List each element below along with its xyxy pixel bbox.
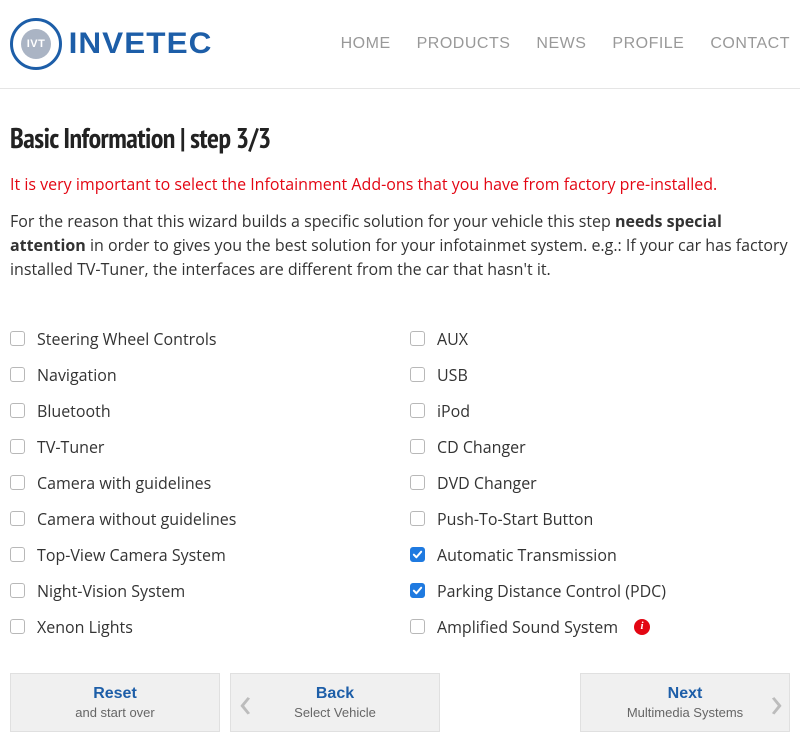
checkbox[interactable] bbox=[10, 367, 25, 382]
checkbox[interactable] bbox=[10, 511, 25, 526]
checkbox[interactable] bbox=[10, 619, 25, 634]
addon-label: Night-Vision System bbox=[37, 580, 185, 602]
addon-label: Automatic Transmission bbox=[437, 544, 617, 566]
checkbox[interactable] bbox=[10, 583, 25, 598]
addon-label: AUX bbox=[437, 328, 468, 350]
addon-option[interactable]: Push-To-Start Button bbox=[410, 501, 790, 537]
wizard-nav: Reset and start over ‹ Back Select Vehic… bbox=[10, 673, 790, 732]
info-icon[interactable]: i bbox=[634, 619, 650, 635]
nav-home[interactable]: HOME bbox=[341, 36, 391, 52]
addon-option[interactable]: USB bbox=[410, 357, 790, 393]
addon-label: DVD Changer bbox=[437, 472, 537, 494]
addon-option[interactable]: Night-Vision System bbox=[10, 573, 390, 609]
nav-profile[interactable]: PROFILE bbox=[612, 36, 684, 52]
alert-text: It is very important to select the Infot… bbox=[10, 173, 790, 195]
checkbox[interactable] bbox=[410, 403, 425, 418]
chevron-right-icon: › bbox=[770, 681, 783, 723]
addon-label: USB bbox=[437, 364, 468, 386]
addon-label: Parking Distance Control (PDC) bbox=[437, 580, 666, 602]
addon-label: iPod bbox=[437, 400, 470, 422]
addon-option[interactable]: Camera without guidelines bbox=[10, 501, 390, 537]
checkbox[interactable] bbox=[410, 547, 425, 562]
addon-option[interactable]: Camera with guidelines bbox=[10, 465, 390, 501]
checkbox[interactable] bbox=[10, 439, 25, 454]
addon-options: Steering Wheel Controls Navigation Bluetoo… bbox=[10, 321, 790, 645]
addon-label: Amplified Sound System bbox=[437, 616, 618, 638]
addon-label: Navigation bbox=[37, 364, 117, 386]
logo[interactable]: IVT INVETEC bbox=[10, 18, 209, 70]
checkbox[interactable] bbox=[10, 475, 25, 490]
addon-option[interactable]: Xenon Lights bbox=[10, 609, 390, 645]
checkbox[interactable] bbox=[410, 511, 425, 526]
chevron-left-icon: ‹ bbox=[239, 681, 252, 723]
checkbox[interactable] bbox=[10, 547, 25, 562]
checkbox[interactable] bbox=[410, 475, 425, 490]
checkbox[interactable] bbox=[410, 367, 425, 382]
addon-option[interactable]: Parking Distance Control (PDC) bbox=[410, 573, 790, 609]
addon-option[interactable]: DVD Changer bbox=[410, 465, 790, 501]
addon-option[interactable]: Amplified Sound System i bbox=[410, 609, 790, 645]
addon-option[interactable]: Steering Wheel Controls bbox=[10, 321, 390, 357]
site-header: IVT INVETEC HOME PRODUCTS NEWS PROFILE C… bbox=[0, 0, 800, 89]
checkbox[interactable] bbox=[410, 619, 425, 634]
addon-label: Push-To-Start Button bbox=[437, 508, 593, 530]
nav-contact[interactable]: CONTACT bbox=[710, 36, 790, 52]
checkbox[interactable] bbox=[10, 331, 25, 346]
nav-news[interactable]: NEWS bbox=[536, 36, 586, 52]
brand-wordmark: INVETEC bbox=[69, 29, 213, 59]
next-button[interactable]: Next Multimedia Systems › bbox=[580, 673, 790, 732]
addon-option[interactable]: CD Changer bbox=[410, 429, 790, 465]
logo-icon: IVT bbox=[10, 18, 62, 70]
back-button[interactable]: ‹ Back Select Vehicle bbox=[230, 673, 440, 732]
addon-option[interactable]: Navigation bbox=[10, 357, 390, 393]
addon-option[interactable]: TV-Tuner bbox=[10, 429, 390, 465]
addon-label: Bluetooth bbox=[37, 400, 111, 422]
intro-text: For the reason that this wizard builds a… bbox=[10, 209, 790, 281]
addon-option[interactable]: Automatic Transmission bbox=[410, 537, 790, 573]
addon-label: CD Changer bbox=[437, 436, 526, 458]
nav-products[interactable]: PRODUCTS bbox=[417, 36, 511, 52]
addon-label: Camera without guidelines bbox=[37, 508, 236, 530]
addon-option[interactable]: Bluetooth bbox=[10, 393, 390, 429]
addon-option[interactable]: iPod bbox=[410, 393, 790, 429]
addon-option[interactable]: AUX bbox=[410, 321, 790, 357]
checkbox[interactable] bbox=[410, 439, 425, 454]
addon-label: Steering Wheel Controls bbox=[37, 328, 216, 350]
checkbox[interactable] bbox=[410, 331, 425, 346]
addon-label: Camera with guidelines bbox=[37, 472, 211, 494]
checkbox[interactable] bbox=[10, 403, 25, 418]
addon-label: Top-View Camera System bbox=[37, 544, 226, 566]
checkbox[interactable] bbox=[410, 583, 425, 598]
reset-button[interactable]: Reset and start over bbox=[10, 673, 220, 732]
page-title: Basic Information | step 3/3 bbox=[10, 121, 790, 155]
main-nav: HOME PRODUCTS NEWS PROFILE CONTACT bbox=[341, 36, 790, 52]
addon-label: TV-Tuner bbox=[37, 436, 104, 458]
addon-label: Xenon Lights bbox=[37, 616, 133, 638]
addon-option[interactable]: Top-View Camera System bbox=[10, 537, 390, 573]
